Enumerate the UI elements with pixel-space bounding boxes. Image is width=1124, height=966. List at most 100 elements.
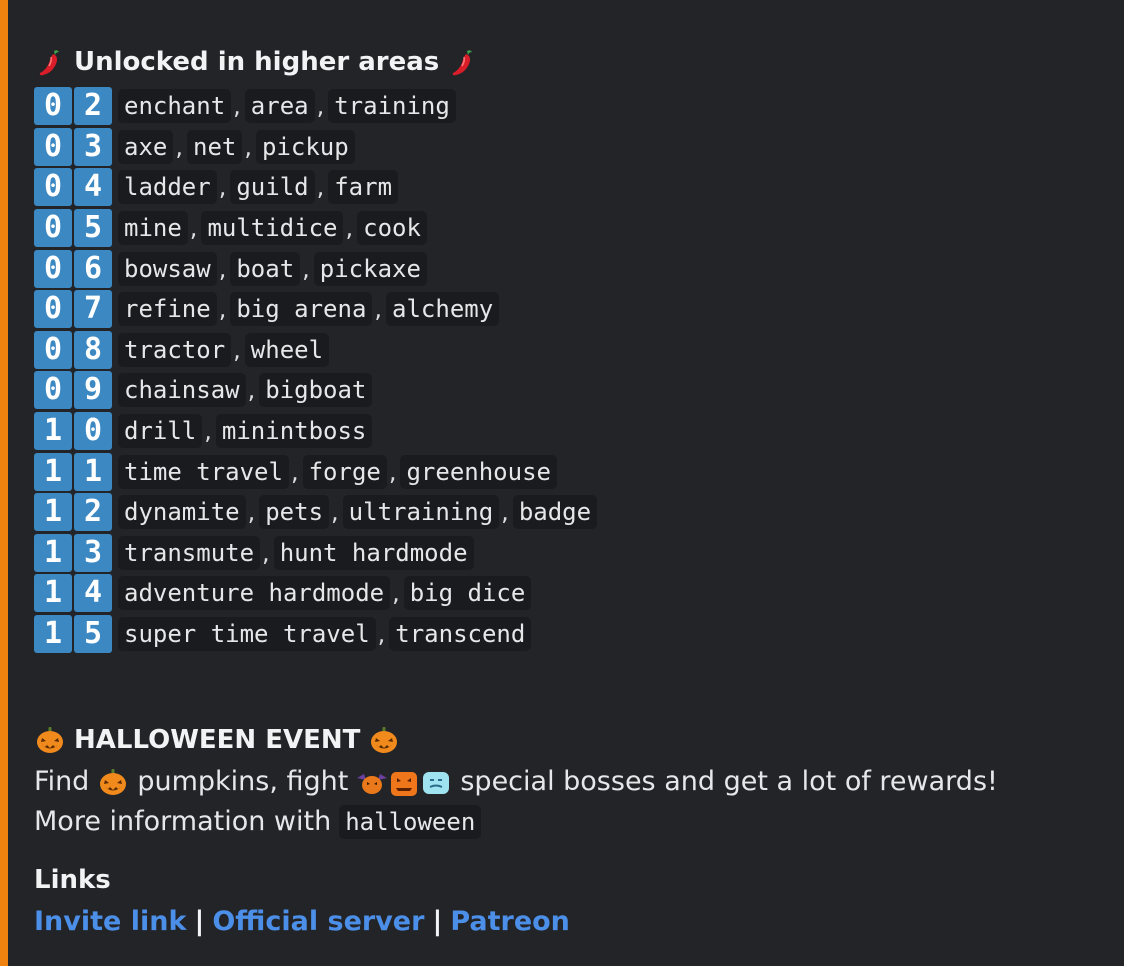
command-list: dynamite, pets, ultraining, badge (118, 495, 598, 530)
halloween-title: HALLOWEEN EVENT (74, 725, 361, 756)
comma-separator: , (204, 417, 212, 446)
area-digit: 1 (34, 533, 72, 572)
command-code: area (244, 89, 315, 124)
command-list: chainsaw, bigboat (118, 373, 373, 408)
comma-separator: , (316, 173, 325, 202)
comma-separator: , (218, 173, 227, 202)
comma-separator: , (233, 92, 241, 121)
comma-separator: , (331, 498, 339, 527)
links-row: Invite link | Official server | Patreon (34, 900, 1124, 944)
ice-ghost-icon (423, 772, 450, 795)
area-digit: 0 (34, 249, 72, 288)
area-digit: 0 (74, 412, 112, 451)
command-code: multidice (201, 211, 344, 246)
command-code: tractor (118, 332, 232, 367)
official-server-link[interactable]: Official server (212, 900, 424, 944)
command-code: drill (118, 414, 203, 449)
unlock-row: 1 0 drill, minintboss (34, 411, 1124, 452)
jack-o-lantern-icon (37, 727, 63, 754)
comma-separator: , (262, 538, 270, 567)
pumpkins-text: pumpkins, fight (137, 766, 349, 798)
comma-separator: , (218, 295, 227, 324)
more-info-text: More information with (34, 806, 332, 838)
command-code: transcend (389, 617, 532, 652)
comma-separator: , (316, 92, 325, 121)
command-code: pickaxe (313, 251, 427, 286)
comma-separator: , (374, 295, 383, 324)
comma-separator: , (501, 498, 509, 527)
command-code: pickup (256, 129, 355, 164)
unlock-row: 1 4 adventure hardmode, big dice (34, 573, 1124, 614)
command-code: forge (302, 454, 387, 489)
area-digit: 2 (74, 493, 112, 532)
halloween-more-info: More information with halloween (34, 802, 1124, 842)
area-digit: 1 (34, 452, 72, 491)
comma-separator: , (377, 620, 386, 649)
pumpkin-bat-icon (357, 774, 388, 795)
area-number-badge: 04 (34, 168, 112, 207)
area-digit: 5 (74, 209, 112, 248)
unlock-row: 1 1 time travel, forge, greenhouse (34, 451, 1124, 492)
comma-separator: , (189, 214, 198, 243)
area-digit: 0 (34, 168, 72, 207)
command-code: minintboss (215, 414, 373, 449)
command-code: cook (357, 211, 427, 246)
unlocked-title: Unlocked in higher areas (74, 47, 440, 77)
unlock-row: 0 8 tractor, wheel (34, 330, 1124, 371)
command-code: net (187, 129, 243, 164)
link-separator: | (194, 906, 205, 938)
jack-o-lantern-icon (100, 769, 127, 796)
command-code: hunt hardmode (273, 535, 474, 570)
command-code: refine (118, 292, 217, 327)
pumpkin-monster-icon (391, 772, 418, 797)
bot-embed: Unlocked in higher areas 0 2 enchant, area,… (0, 0, 1124, 966)
unlock-row: 0 2 enchant, area, training (34, 86, 1124, 127)
area-digit: 4 (74, 574, 112, 613)
command-code: big dice (403, 576, 532, 611)
command-list: adventure hardmode, big dice (118, 576, 532, 611)
area-digit: 7 (74, 290, 112, 329)
command-code: time travel (118, 454, 289, 489)
command-list: axe, net, pickup (118, 129, 355, 164)
red-chili-pepper-icon (39, 50, 59, 76)
command-code: mine (118, 211, 188, 246)
command-code: farm (328, 170, 399, 205)
halloween-command: halloween (339, 805, 482, 840)
command-list: tractor, wheel (118, 332, 330, 367)
unlock-row: 0 9 chainsaw, bigboat (34, 370, 1124, 411)
area-digit: 3 (74, 127, 112, 166)
unlock-row: 1 2 dynamite, pets, ultraining, badge (34, 492, 1124, 533)
jack-o-lantern-icon (371, 727, 398, 754)
comma-separator: , (247, 376, 256, 405)
unlocked-header: Unlocked in higher areas (34, 40, 1124, 84)
area-digit: 1 (74, 452, 112, 491)
area-digit: 1 (34, 574, 72, 613)
area-number-badge: 08 (34, 330, 112, 369)
command-list: drill, minintboss (118, 414, 373, 449)
invite-link[interactable]: Invite link (34, 900, 186, 944)
command-list: transmute, hunt hardmode (118, 535, 474, 570)
area-number-badge: 12 (34, 493, 112, 532)
halloween-description: Find pumpkins, fight special bosses and … (34, 762, 1124, 802)
command-code: alchemy (386, 292, 500, 327)
command-code: adventure hardmode (118, 576, 391, 611)
link-separator: | (432, 906, 443, 938)
area-digit: 6 (74, 249, 112, 288)
comma-separator: , (345, 214, 354, 243)
command-code: guild (230, 170, 315, 205)
area-digit: 8 (74, 330, 112, 369)
area-number-badge: 11 (34, 452, 112, 491)
area-number-badge: 05 (34, 209, 112, 248)
area-digit: 9 (74, 371, 112, 410)
area-digit: 0 (34, 209, 72, 248)
comma-separator: , (388, 457, 397, 486)
command-list: enchant, area, training (118, 89, 456, 124)
area-digit: 0 (34, 330, 72, 369)
patreon-link[interactable]: Patreon (450, 900, 570, 944)
area-number-badge: 03 (34, 127, 112, 166)
command-code: wheel (244, 332, 330, 367)
command-code: greenhouse (400, 454, 557, 489)
comma-separator: , (302, 254, 310, 283)
area-number-badge: 02 (34, 87, 112, 126)
command-code: bigboat (259, 373, 373, 408)
